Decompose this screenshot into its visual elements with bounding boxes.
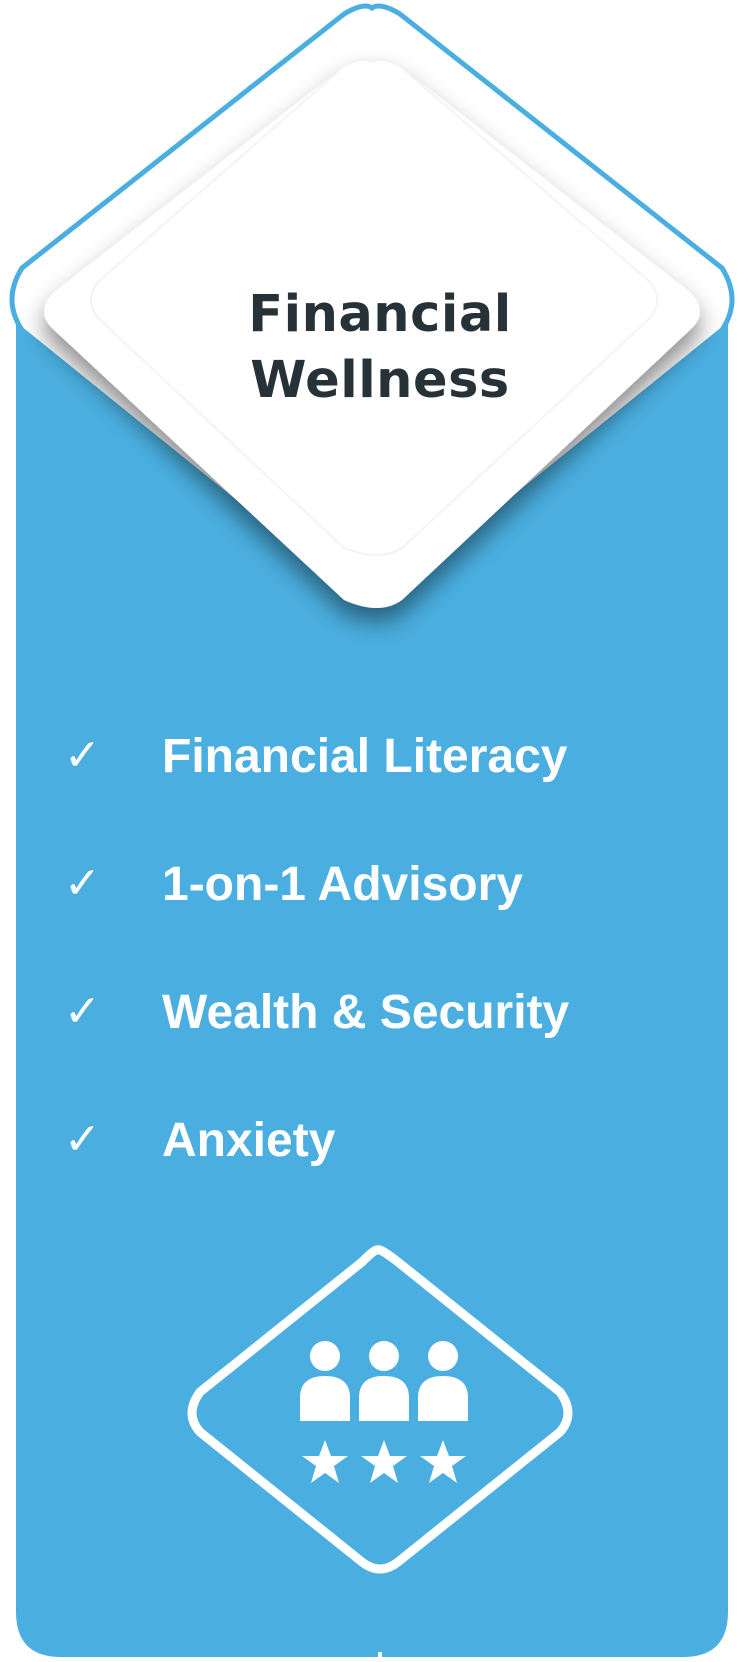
- title-line-2: Wellness: [250, 351, 510, 410]
- list-item: ✓ Financial Literacy: [0, 728, 744, 788]
- checkmark-icon: ✓: [64, 1114, 101, 1165]
- list-item-label: 1-on-1 Advisory: [162, 858, 523, 911]
- checkmark-icon: ✓: [64, 858, 101, 909]
- list-item: ✓ Anxiety: [0, 1112, 744, 1172]
- title-line-1: Financial: [248, 285, 512, 344]
- card-title: Financial Wellness: [160, 282, 600, 414]
- list-item: ✓ 1-on-1 Advisory: [0, 856, 744, 916]
- checkmark-icon: ✓: [64, 730, 101, 781]
- checkmark-icon: ✓: [64, 986, 101, 1037]
- list-item-label: Wealth & Security: [162, 986, 570, 1039]
- team-icon: [300, 1341, 468, 1421]
- list-item-label: Anxiety: [162, 1114, 336, 1167]
- list-item: ✓ Wealth & Security: [0, 984, 744, 1044]
- card-background: [9, 3, 735, 1662]
- list-item-label: Financial Literacy: [162, 730, 568, 783]
